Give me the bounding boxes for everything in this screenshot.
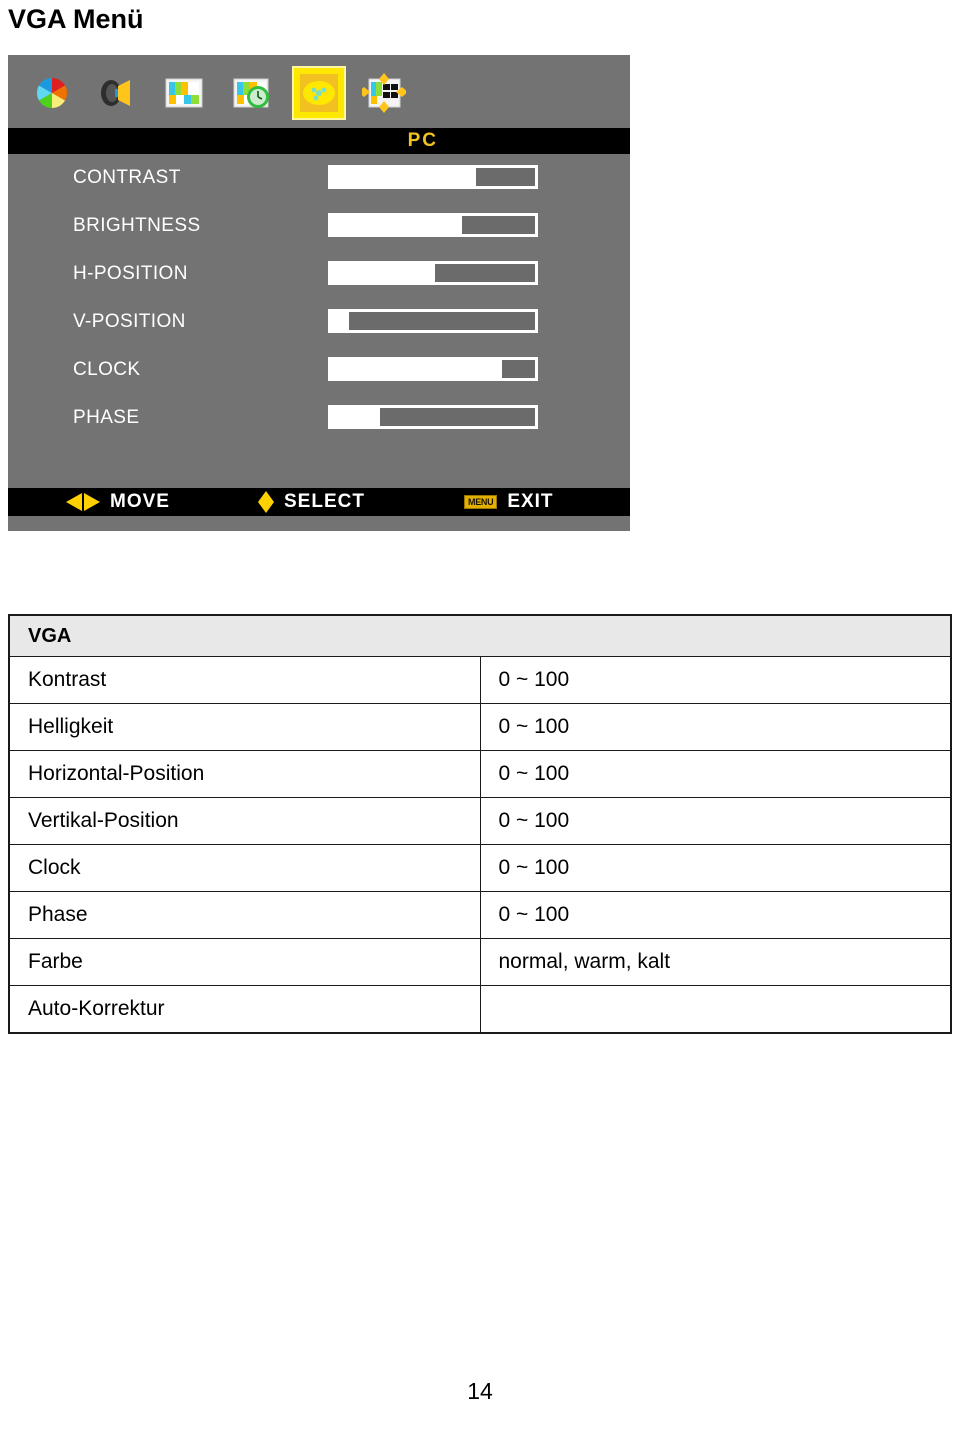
table-cell-range: 0 ~ 100 <box>479 750 952 798</box>
table-row: Vertikal-Position 0 ~ 100 <box>8 797 952 845</box>
osd-label-phase: PHASE <box>73 407 140 428</box>
table-cell-name: Kontrast <box>8 656 481 704</box>
osd-hint-label-exit: EXIT <box>507 491 554 512</box>
osd-hint-exit[interactable]: MENU EXIT <box>464 488 554 516</box>
osd-slider-fill-brightness <box>331 216 462 234</box>
menu-button-icon: MENU <box>464 495 498 509</box>
osd-row-v-position[interactable]: V-POSITION <box>8 298 630 346</box>
osd-footer-bar: MOVE SELECT MENU EXIT <box>8 488 630 516</box>
osd-slider-clock[interactable] <box>328 357 538 381</box>
picture-icon[interactable] <box>162 73 206 113</box>
table-cell-range: 0 ~ 100 <box>479 703 952 751</box>
table-header-vga: VGA <box>8 614 952 657</box>
osd-slider-brightness[interactable] <box>328 213 538 237</box>
table-cell-range: normal, warm, kalt <box>479 938 952 986</box>
left-right-arrow-icon <box>66 493 100 511</box>
osd-slider-fill-h-position <box>331 264 436 282</box>
osd-row-phase[interactable]: PHASE <box>8 394 630 442</box>
pc-setup-icon[interactable] <box>294 68 344 118</box>
vga-spec-table: VGA Kontrast 0 ~ 100 Helligkeit 0 ~ 100 … <box>8 614 952 1034</box>
osd-source-label: PC <box>407 130 438 151</box>
picture-clock-icon[interactable] <box>230 73 274 113</box>
table-cell-range: 0 ~ 100 <box>479 797 952 845</box>
osd-hint-select[interactable]: SELECT <box>258 488 365 516</box>
osd-settings-list: CONTRAST BRIGHTNESS H-POSITION V-POSITIO… <box>8 154 630 488</box>
page-number: 14 <box>467 1378 493 1404</box>
osd-slider-h-position[interactable] <box>328 261 538 285</box>
table-cell-name: Farbe <box>8 938 481 986</box>
osd-label-contrast: CONTRAST <box>73 167 181 188</box>
osd-row-h-position[interactable]: H-POSITION <box>8 250 630 298</box>
osd-row-contrast[interactable]: CONTRAST <box>8 154 630 202</box>
table-row: Farbe normal, warm, kalt <box>8 938 952 986</box>
osd-hint-move[interactable]: MOVE <box>66 488 170 516</box>
osd-icon-bar <box>8 55 630 128</box>
table-row: Helligkeit 0 ~ 100 <box>8 703 952 751</box>
table-cell-name: Helligkeit <box>8 703 481 751</box>
up-down-arrow-icon <box>258 491 274 513</box>
table-cell-name: Horizontal-Position <box>8 750 481 798</box>
table-cell-range <box>479 985 952 1034</box>
osd-row-brightness[interactable]: BRIGHTNESS <box>8 202 630 250</box>
osd-source-bar: PC <box>8 128 630 154</box>
table-cell-range: 0 ~ 100 <box>479 844 952 892</box>
table-row: Kontrast 0 ~ 100 <box>8 656 952 704</box>
osd-slider-fill-v-position <box>331 312 350 330</box>
speaker-icon[interactable] <box>96 73 140 113</box>
table-cell-name: Auto-Korrektur <box>8 985 481 1034</box>
osd-label-v-position: V-POSITION <box>73 311 186 332</box>
osd-slider-phase[interactable] <box>328 405 538 429</box>
table-cell-name: Clock <box>8 844 481 892</box>
table-row: Horizontal-Position 0 ~ 100 <box>8 750 952 798</box>
osd-label-brightness: BRIGHTNESS <box>73 215 201 236</box>
table-header-row: VGA <box>8 614 952 657</box>
osd-slider-contrast[interactable] <box>328 165 538 189</box>
table-row: Auto-Korrektur <box>8 985 952 1034</box>
table-row: Clock 0 ~ 100 <box>8 844 952 892</box>
osd-slider-fill-contrast <box>331 168 476 186</box>
table-cell-name: Vertikal-Position <box>8 797 481 845</box>
osd-slider-v-position[interactable] <box>328 309 538 333</box>
osd-label-h-position: H-POSITION <box>73 263 188 284</box>
table-row: Phase 0 ~ 100 <box>8 891 952 939</box>
osd-position-icon[interactable] <box>358 73 408 113</box>
osd-screenshot-panel: PC CONTRAST BRIGHTNESS H-POSITION V-POSI… <box>8 55 630 531</box>
table-cell-range: 0 ~ 100 <box>479 891 952 939</box>
osd-hint-label-select: SELECT <box>284 491 365 512</box>
osd-hint-label-move: MOVE <box>110 491 170 512</box>
page-title: VGA Menü <box>8 4 144 34</box>
color-wheel-icon[interactable] <box>30 73 74 113</box>
table-cell-name: Phase <box>8 891 481 939</box>
osd-label-clock: CLOCK <box>73 359 141 380</box>
table-cell-range: 0 ~ 100 <box>479 656 952 704</box>
osd-row-clock[interactable]: CLOCK <box>8 346 630 394</box>
osd-slider-fill-clock <box>331 360 503 378</box>
osd-slider-fill-phase <box>331 408 380 426</box>
